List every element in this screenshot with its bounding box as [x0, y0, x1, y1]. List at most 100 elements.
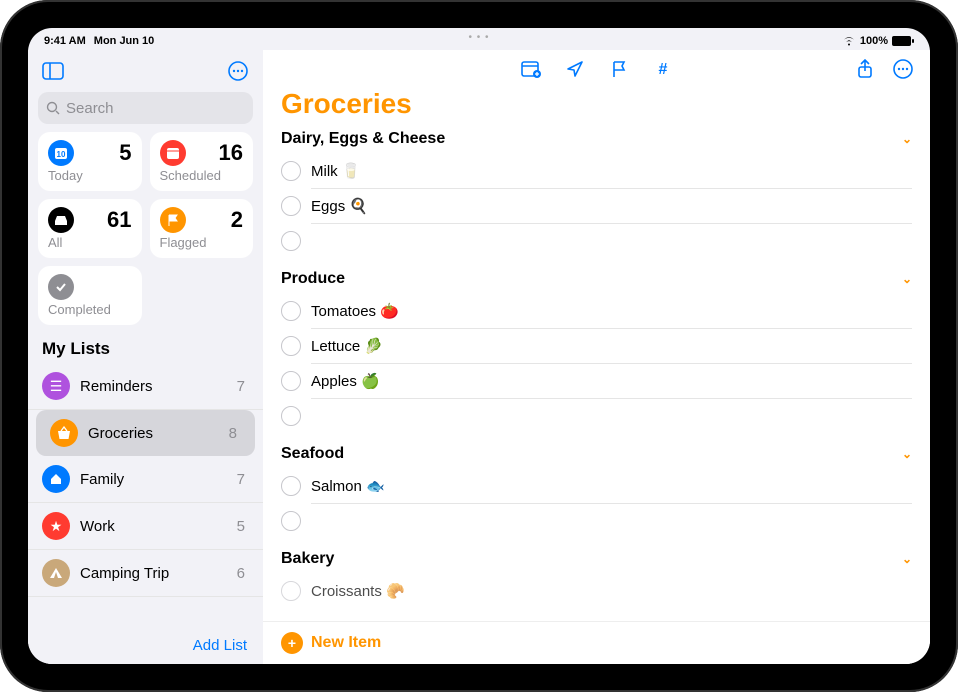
list-bullet-icon: ☰ — [42, 372, 70, 400]
today-count: 5 — [119, 140, 131, 166]
section-header[interactable]: Seafood ⌄ — [281, 445, 912, 463]
new-item-label: New Item — [311, 634, 381, 652]
list-row-camping[interactable]: Camping Trip 6 — [28, 550, 263, 597]
tent-icon — [42, 559, 70, 587]
search-field[interactable] — [38, 92, 253, 124]
search-input[interactable] — [66, 100, 265, 117]
section-produce: Produce ⌄ Tomatoes 🍅 Lettuce 🥬 — [281, 270, 912, 433]
reminder-item[interactable]: Salmon 🐟 — [281, 469, 912, 503]
chevron-down-icon: ⌄ — [902, 272, 912, 286]
location-button[interactable] — [564, 58, 586, 80]
reminder-item[interactable]: Apples 🍏 — [281, 364, 912, 398]
inbox-icon — [48, 207, 74, 233]
list-count: 8 — [229, 425, 237, 442]
item-title: Tomatoes 🍅 — [311, 302, 912, 320]
battery-text: 100% — [860, 35, 888, 47]
list-count: 6 — [237, 565, 245, 582]
reminder-item[interactable]: Milk 🥛 — [281, 154, 912, 188]
calendar-today-icon: 10 — [48, 140, 74, 166]
my-lists-header: My Lists — [28, 333, 263, 363]
section-header[interactable]: Bakery ⌄ — [281, 550, 912, 568]
list-row-family[interactable]: Family 7 — [28, 456, 263, 503]
tag-button[interactable]: # — [652, 58, 674, 80]
ipad-frame: • • • 9:41 AM Mon Jun 10 100% — [0, 0, 958, 692]
search-icon — [46, 101, 60, 115]
flag-button[interactable] — [608, 58, 630, 80]
complete-toggle[interactable] — [281, 581, 301, 601]
smart-card-flagged[interactable]: 2 Flagged — [150, 199, 254, 258]
complete-toggle[interactable] — [281, 196, 301, 216]
today-label: Today — [48, 168, 132, 183]
complete-toggle[interactable] — [281, 371, 301, 391]
list-row-work[interactable]: ★ Work 5 — [28, 503, 263, 550]
complete-toggle[interactable] — [281, 231, 301, 251]
complete-toggle[interactable] — [281, 336, 301, 356]
smart-card-all[interactable]: 61 All — [38, 199, 142, 258]
section-header[interactable]: Dairy, Eggs & Cheese ⌄ — [281, 130, 912, 148]
list-name: Family — [80, 471, 227, 488]
list-row-groceries[interactable]: Groceries 8 — [36, 410, 255, 456]
smart-card-today[interactable]: 10 5 Today — [38, 132, 142, 191]
more-button[interactable] — [892, 58, 914, 80]
reminder-empty-row[interactable] — [281, 224, 912, 258]
section-bakery: Bakery ⌄ Croissants 🥐 — [281, 550, 912, 608]
reminder-item[interactable]: Croissants 🥐 — [281, 574, 912, 608]
section-title-text: Seafood — [281, 445, 344, 463]
scheduled-label: Scheduled — [160, 168, 244, 183]
item-title: Apples 🍏 — [311, 372, 912, 390]
all-label: All — [48, 235, 132, 250]
list-row-reminders[interactable]: ☰ Reminders 7 — [28, 363, 263, 410]
battery-icon — [892, 36, 914, 46]
list-count: 7 — [237, 378, 245, 395]
sidebar-more-button[interactable] — [225, 58, 251, 84]
complete-toggle[interactable] — [281, 476, 301, 496]
section-seafood: Seafood ⌄ Salmon 🐟 — [281, 445, 912, 538]
item-title: Milk 🥛 — [311, 162, 912, 180]
list-name: Groceries — [88, 425, 219, 442]
chevron-down-icon: ⌄ — [902, 447, 912, 461]
list-name: Work — [80, 518, 227, 535]
scheduled-count: 16 — [219, 140, 243, 166]
reminder-empty-row[interactable] — [281, 504, 912, 538]
complete-toggle[interactable] — [281, 161, 301, 181]
item-title: Salmon 🐟 — [311, 477, 912, 495]
section-header[interactable]: Produce ⌄ — [281, 270, 912, 288]
complete-toggle[interactable] — [281, 511, 301, 531]
new-item-button[interactable]: + New Item — [263, 621, 930, 664]
flagged-count: 2 — [231, 207, 243, 233]
flagged-label: Flagged — [160, 235, 244, 250]
item-title: Croissants 🥐 — [311, 582, 912, 600]
item-title: Eggs 🍳 — [311, 197, 912, 215]
reminder-item[interactable]: Lettuce 🥬 — [281, 329, 912, 363]
user-lists: ☰ Reminders 7 Groceries 8 — [28, 363, 263, 627]
sidebar: 10 5 Today 16 Scheduled — [28, 50, 263, 664]
reminder-empty-row[interactable] — [281, 399, 912, 433]
plus-icon: + — [281, 632, 303, 654]
home-icon — [42, 465, 70, 493]
reminder-item[interactable]: Eggs 🍳 — [281, 189, 912, 223]
add-list-button[interactable]: Add List — [28, 627, 263, 664]
status-time: 9:41 AM — [44, 35, 86, 47]
multitask-dots[interactable]: • • • — [468, 32, 489, 43]
svg-text:#: # — [658, 61, 667, 78]
section-title-text: Bakery — [281, 550, 334, 568]
main-panel: # Groceries — [263, 50, 930, 664]
smart-card-completed[interactable]: Completed — [38, 266, 142, 325]
all-count: 61 — [107, 207, 131, 233]
calendar-icon — [160, 140, 186, 166]
list-count: 7 — [237, 471, 245, 488]
section-dairy: Dairy, Eggs & Cheese ⌄ Milk 🥛 Eggs 🍳 — [281, 130, 912, 258]
new-reminder-with-date-button[interactable] — [520, 58, 542, 80]
list-name: Reminders — [80, 378, 227, 395]
main-toolbar: # — [263, 50, 930, 84]
smart-card-scheduled[interactable]: 16 Scheduled — [150, 132, 254, 191]
complete-toggle[interactable] — [281, 301, 301, 321]
reminder-item[interactable]: Tomatoes 🍅 — [281, 294, 912, 328]
screen: 9:41 AM Mon Jun 10 100% — [28, 28, 930, 664]
flag-icon — [160, 207, 186, 233]
list-title: Groceries — [281, 88, 912, 120]
share-button[interactable] — [854, 58, 876, 80]
chevron-down-icon: ⌄ — [902, 552, 912, 566]
complete-toggle[interactable] — [281, 406, 301, 426]
toggle-sidebar-button[interactable] — [40, 58, 66, 84]
